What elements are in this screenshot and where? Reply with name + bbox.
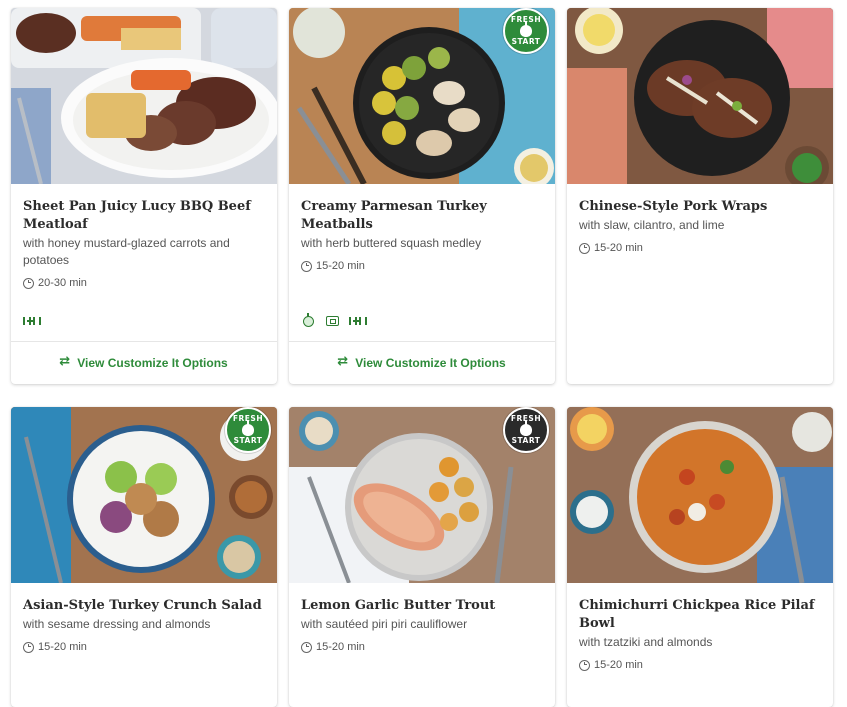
apple-icon xyxy=(301,312,315,327)
meal-card[interactable]: Sheet Pan Juicy Lucy BBQ Beef Meatloaf w… xyxy=(11,8,277,384)
prep-time: 15-20 min xyxy=(579,659,821,671)
meal-card-body: Chinese-Style Pork Wraps with slaw, cila… xyxy=(567,184,833,384)
customize-options-link[interactable]: View Customize It Options xyxy=(289,341,555,384)
meal-title[interactable]: Creamy Parmesan Turkey Meatballs xyxy=(301,198,543,234)
fresh-start-badge: FRESH START xyxy=(503,8,549,54)
meal-subtitle: with sesame dressing and almonds xyxy=(23,617,211,631)
meal-card[interactable]: FRESH START Asian-Style Turkey Crunch Sa… xyxy=(11,407,277,707)
meal-card-body: Creamy Parmesan Turkey Meatballs with he… xyxy=(289,184,555,341)
prep-time: 15-20 min xyxy=(23,641,265,653)
meal-photo[interactable]: FRESH START xyxy=(289,8,555,184)
meal-grid: Sheet Pan Juicy Lucy BBQ Beef Meatloaf w… xyxy=(11,8,833,707)
dumbbell-icon xyxy=(23,315,41,327)
badge-line2: START xyxy=(511,436,541,445)
meal-photo[interactable]: FRESH START xyxy=(289,407,555,583)
meal-title[interactable]: Chimichurri Chickpea Rice Pilaf Bowl xyxy=(579,597,821,633)
prep-time: 15-20 min xyxy=(301,641,543,653)
meal-card[interactable]: FRESH START Creamy Parmesan Turkey Meatb… xyxy=(289,8,555,384)
customize-options-label: View Customize It Options xyxy=(355,356,506,370)
badge-line2: START xyxy=(233,436,263,445)
prep-time-label: 15-20 min xyxy=(594,242,643,254)
apple-icon xyxy=(520,22,532,37)
customize-options-label: View Customize It Options xyxy=(77,356,228,370)
meal-card[interactable]: Chimichurri Chickpea Rice Pilaf Bowl wit… xyxy=(567,407,833,707)
meal-title[interactable]: Asian-Style Turkey Crunch Salad xyxy=(23,597,265,615)
meal-title[interactable]: Lemon Garlic Butter Trout xyxy=(301,597,543,615)
prep-time: 20-30 min xyxy=(23,277,265,289)
meal-subtitle: with tzatziki and almonds xyxy=(579,635,713,649)
meal-title[interactable]: Sheet Pan Juicy Lucy BBQ Beef Meatloaf xyxy=(23,198,265,234)
meal-tags xyxy=(301,312,367,327)
apple-icon xyxy=(242,421,254,436)
clock-icon xyxy=(23,641,34,653)
meal-subtitle: with herb buttered squash medley xyxy=(301,236,482,250)
meal-photo[interactable] xyxy=(567,407,833,583)
prep-time-label: 15-20 min xyxy=(594,659,643,671)
clock-icon xyxy=(23,277,34,289)
clock-icon xyxy=(579,659,590,671)
meal-card-body: Asian-Style Turkey Crunch Salad with ses… xyxy=(11,583,277,707)
meal-photo[interactable] xyxy=(11,8,277,184)
prep-time-label: 15-20 min xyxy=(38,641,87,653)
meal-card[interactable]: FRESH START Lemon Garlic Butter Trout wi… xyxy=(289,407,555,707)
dumbbell-icon xyxy=(349,315,367,327)
meal-title[interactable]: Chinese-Style Pork Wraps xyxy=(579,198,821,216)
meal-card[interactable]: Chinese-Style Pork Wraps with slaw, cila… xyxy=(567,8,833,384)
meal-subtitle: with slaw, cilantro, and lime xyxy=(579,218,725,232)
apple-icon xyxy=(520,421,532,436)
meal-card-body: Chimichurri Chickpea Rice Pilaf Bowl wit… xyxy=(567,583,833,707)
prep-time-label: 20-30 min xyxy=(38,277,87,289)
badge-line2: START xyxy=(511,37,541,46)
meal-photo[interactable]: FRESH START xyxy=(11,407,277,583)
fresh-start-badge: FRESH START xyxy=(503,407,549,453)
clock-icon xyxy=(301,641,312,653)
prep-time: 15-20 min xyxy=(301,260,543,272)
meal-tags xyxy=(23,315,41,327)
meal-card-body: Lemon Garlic Butter Trout with sautéed p… xyxy=(289,583,555,707)
meal-photo[interactable] xyxy=(567,8,833,184)
meal-subtitle: with honey mustard-glazed carrots and po… xyxy=(23,236,230,267)
meal-subtitle: with sautéed piri piri cauliflower xyxy=(301,617,468,631)
prep-time: 15-20 min xyxy=(579,242,821,254)
customize-options-link[interactable]: View Customize It Options xyxy=(11,341,277,384)
swap-icon xyxy=(59,354,72,369)
prep-time-label: 15-20 min xyxy=(316,641,365,653)
meal-card-body: Sheet Pan Juicy Lucy BBQ Beef Meatloaf w… xyxy=(11,184,277,341)
sheet-pan-icon xyxy=(325,315,339,327)
fresh-start-badge: FRESH START xyxy=(225,407,271,453)
swap-icon xyxy=(337,354,350,369)
clock-icon xyxy=(579,242,590,254)
prep-time-label: 15-20 min xyxy=(316,260,365,272)
clock-icon xyxy=(301,260,312,272)
